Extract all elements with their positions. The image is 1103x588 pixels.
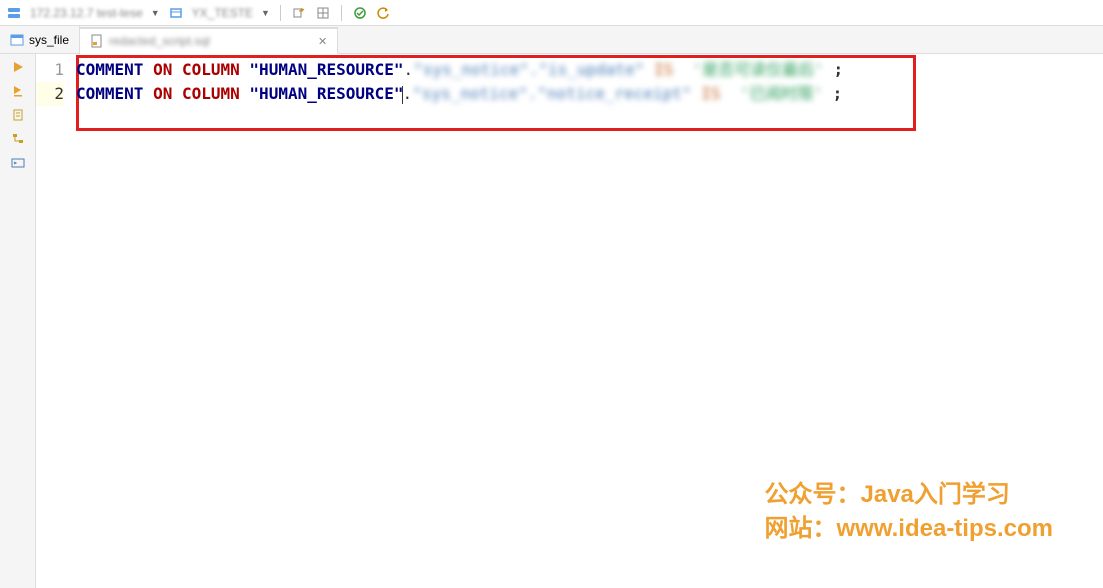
watermark-line2: 网站：www.idea-tips.com [765,512,1053,546]
export-icon[interactable] [291,5,307,21]
chevron-down-icon[interactable]: ▼ [151,8,160,18]
table-icon [10,33,24,47]
rollback-icon[interactable] [376,5,392,21]
separator [341,5,342,21]
code-editor[interactable]: 1 2 COMMENT ON COLUMN "HUMAN_RESOURCE"."… [36,54,1103,588]
connection-name[interactable]: 172.23.12.7 test-tese [30,6,143,20]
tree-icon[interactable] [9,130,27,148]
explain-icon[interactable] [9,106,27,124]
line-number: 2 [36,82,64,106]
code-line: COMMENT ON COLUMN "HUMAN_RESOURCE"."sys_… [76,82,1103,106]
connection-toolbar: 172.23.12.7 test-tese ▼ YX_TESTE ▼ [0,0,1103,26]
tab-active-script[interactable]: redacted_script.sql ✕ [80,27,338,54]
editor-tab-bar: sys_file redacted_script.sql ✕ [0,26,1103,54]
line-number: 1 [36,58,64,82]
close-icon[interactable]: ✕ [318,35,327,48]
sql-file-icon [90,34,104,48]
tab-label: redacted_script.sql [109,34,309,48]
commit-icon[interactable] [352,5,368,21]
code-area[interactable]: COMMENT ON COLUMN "HUMAN_RESOURCE"."sys_… [76,54,1103,588]
run-script-icon[interactable] [9,82,27,100]
schema-name[interactable]: YX_TESTE [192,6,253,20]
content-area: 1 2 COMMENT ON COLUMN "HUMAN_RESOURCE"."… [0,54,1103,588]
console-icon[interactable] [9,154,27,172]
line-gutter: 1 2 [36,54,76,588]
run-icon[interactable] [9,58,27,76]
tab-label: sys_file [29,33,69,47]
grid-icon[interactable] [315,5,331,21]
code-line: COMMENT ON COLUMN "HUMAN_RESOURCE"."sys_… [76,58,1103,82]
chevron-down-icon[interactable]: ▼ [261,8,270,18]
schema-icon [168,5,184,21]
editor-sidebar [0,54,36,588]
watermark: 公众号：Java入门学习 网站：www.idea-tips.com [765,478,1053,546]
tab-sys-file[interactable]: sys_file [0,26,80,53]
server-icon [6,5,22,21]
separator [280,5,281,21]
watermark-line1: 公众号：Java入门学习 [765,478,1053,512]
